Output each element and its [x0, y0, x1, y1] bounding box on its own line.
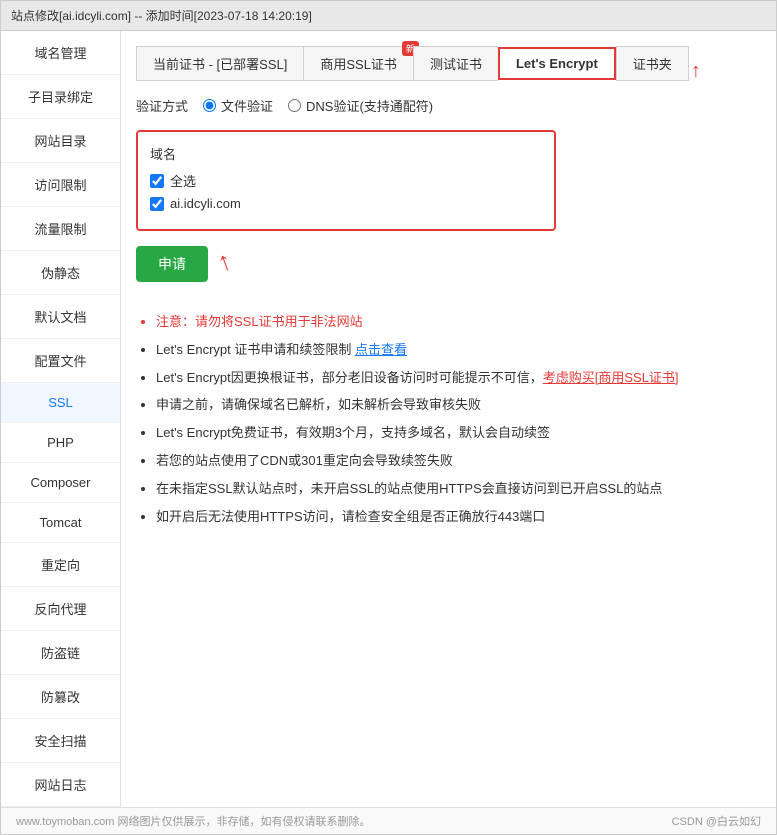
sidebar-item-Composer[interactable]: Composer	[1, 463, 120, 503]
sidebar-item-防盗链[interactable]: 防盗链	[1, 631, 120, 675]
sidebar-item-子目录绑定[interactable]: 子目录绑定	[1, 75, 120, 119]
notes-list: 注意：请勿将SSL证书用于非法网站 Let's Encrypt 证书申请和续签限制…	[136, 312, 761, 527]
sidebar-item-重定向[interactable]: 重定向	[1, 543, 120, 587]
apply-button[interactable]: 申请	[136, 246, 208, 282]
tab-Let's Encrypt[interactable]: Let's Encrypt	[498, 47, 616, 80]
verify-section: 验证方式 文件验证 DNS验证(支持通配符)	[136, 96, 761, 115]
select-all-label: 全选	[170, 171, 196, 190]
titlebar: 站点修改[ai.idcyli.com] -- 添加时间[2023-07-18 1…	[1, 1, 776, 31]
checkbox-select-all[interactable]: 全选	[150, 171, 542, 190]
sidebar: 域名管理子目录绑定网站目录访问限制流量限制伪静态默认文档配置文件SSLPHPCo…	[1, 31, 121, 807]
note-item: 申请之前，请确保域名已解析，如未解析会导致审核失败	[156, 395, 761, 416]
tab-测试证书[interactable]: 测试证书	[413, 46, 498, 81]
note-item: 注意：请勿将SSL证书用于非法网站	[156, 312, 761, 333]
sidebar-item-Tomcat[interactable]: Tomcat	[1, 503, 120, 543]
sidebar-item-默认文档[interactable]: 默认文档	[1, 295, 120, 339]
sidebar-item-防篡改[interactable]: 防篡改	[1, 675, 120, 719]
radio-file-verify[interactable]: 文件验证	[203, 96, 273, 115]
note-item: Let's Encrypt 证书申请和续签限制 点击查看	[156, 340, 761, 361]
tab-商用SSL证书[interactable]: 商用SSL证书新	[303, 46, 413, 81]
sidebar-item-SSL[interactable]: SSL	[1, 383, 120, 423]
note-item: Let's Encrypt因更换根证书，部分老旧设备访问时可能提示不可信，考虑购…	[156, 368, 761, 389]
domain-box-label: 域名	[150, 144, 542, 163]
footer-right: CSDN @白云如幻	[672, 813, 761, 829]
apply-row: 申请 ↑	[136, 246, 761, 297]
note-link[interactable]: 点击查看	[355, 342, 407, 357]
radio-file-label: 文件验证	[221, 96, 273, 115]
tabs-container: 当前证书 - [已部署SSL]商用SSL证书新测试证书Let's Encrypt…	[136, 46, 761, 96]
sidebar-item-安全扫描[interactable]: 安全扫描	[1, 719, 120, 763]
note-item: Let's Encrypt免费证书，有效期3个月，支持多域名，默认会自动续签	[156, 423, 761, 444]
note-item: 若您的站点使用了CDN或301重定向会导致续签失败	[156, 451, 761, 472]
radio-group: 文件验证 DNS验证(支持通配符)	[203, 96, 433, 115]
tab-arrow-wrapper: ↑	[691, 61, 701, 81]
apply-arrow-icon: ↑	[213, 245, 236, 279]
sidebar-item-流量限制[interactable]: 流量限制	[1, 207, 120, 251]
sidebar-item-配置文件[interactable]: 配置文件	[1, 339, 120, 383]
arrow-up-icon: ↑	[691, 61, 701, 81]
radio-dns-verify[interactable]: DNS验证(支持通配符)	[288, 96, 433, 115]
note-item: 如开启后无法使用HTTPS访问，请检查安全组是否正确放行443端口	[156, 507, 761, 528]
sidebar-item-访问限制[interactable]: 访问限制	[1, 163, 120, 207]
tab-证书夹[interactable]: 证书夹	[616, 46, 689, 81]
main-layout: 域名管理子目录绑定网站目录访问限制流量限制伪静态默认文档配置文件SSLPHPCo…	[1, 31, 776, 807]
verify-label: 验证方式	[136, 96, 188, 115]
sidebar-item-域名管理[interactable]: 域名管理	[1, 31, 120, 75]
main-window: 站点修改[ai.idcyli.com] -- 添加时间[2023-07-18 1…	[0, 0, 777, 835]
checkbox-domain[interactable]: ai.idcyli.com	[150, 196, 542, 211]
sidebar-item-伪静态[interactable]: 伪静态	[1, 251, 120, 295]
sidebar-item-网站目录[interactable]: 网站目录	[1, 119, 120, 163]
content-area: 当前证书 - [已部署SSL]商用SSL证书新测试证书Let's Encrypt…	[121, 31, 776, 807]
sidebar-item-反向代理[interactable]: 反向代理	[1, 587, 120, 631]
footer-left: www.toymoban.com 网络图片仅供展示，非存储，如有侵权请联系删除。	[16, 813, 370, 829]
domain-box: 域名 全选 ai.idcyli.com	[136, 130, 556, 231]
domain-label: ai.idcyli.com	[170, 196, 241, 211]
note-item: 在未指定SSL默认站点时，未开启SSL的站点使用HTTPS会直接访问到已开启SS…	[156, 479, 761, 500]
sidebar-item-网站日志[interactable]: 网站日志	[1, 763, 120, 807]
footer: www.toymoban.com 网络图片仅供展示，非存储，如有侵权请联系删除。…	[1, 807, 776, 834]
tab-当前证书 - [已部署SSL][interactable]: 当前证书 - [已部署SSL]	[136, 46, 303, 81]
tabs-row: 当前证书 - [已部署SSL]商用SSL证书新测试证书Let's Encrypt…	[136, 46, 689, 81]
radio-dns-label: DNS验证(支持通配符)	[306, 96, 433, 115]
note-link[interactable]: 考虑购买[商用SSL证书]	[543, 370, 679, 385]
sidebar-item-PHP[interactable]: PHP	[1, 423, 120, 463]
